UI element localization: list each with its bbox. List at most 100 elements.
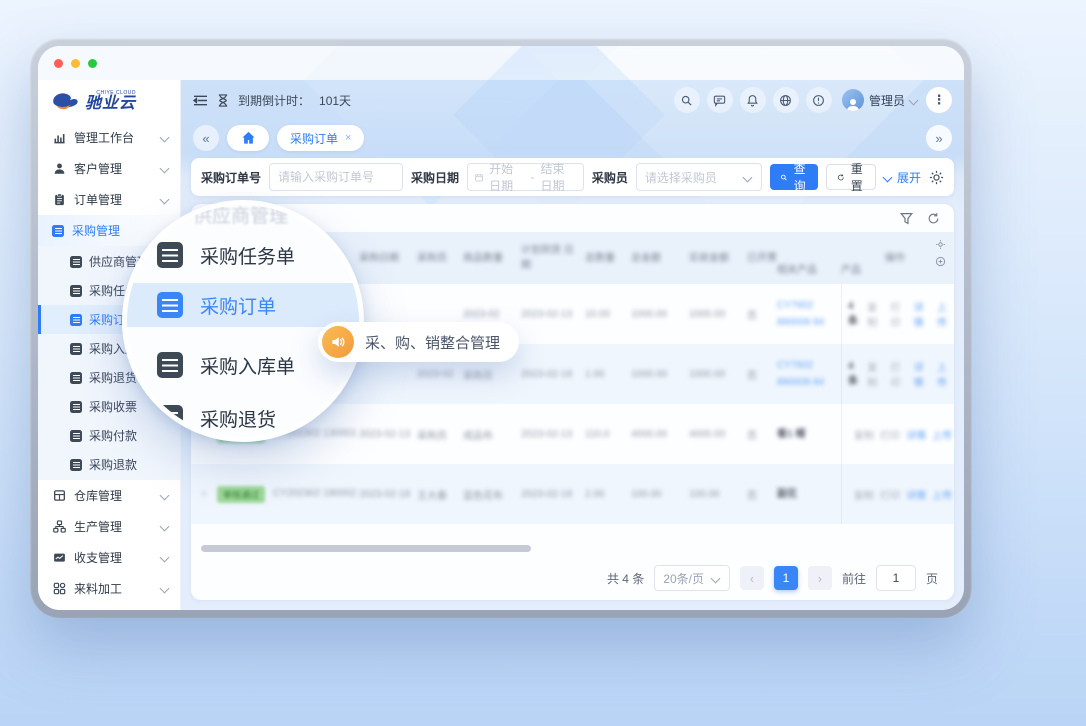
chevron-down-icon <box>711 573 721 583</box>
avatar <box>842 89 864 111</box>
prev-page-button[interactable]: ‹ <box>740 566 764 590</box>
cell: 否 <box>747 427 777 442</box>
search-icon[interactable] <box>674 87 700 113</box>
current-page-button[interactable]: 1 <box>774 566 798 590</box>
row-action[interactable]: 打印 <box>891 299 908 329</box>
row-action[interactable]: 上传 <box>937 359 954 389</box>
sidebar-item-label: 生产管理 <box>74 518 153 535</box>
cell: 2.00 <box>585 489 631 500</box>
maximize-window-button[interactable] <box>88 59 97 68</box>
row-action[interactable]: 打印 <box>891 359 908 389</box>
message-icon[interactable] <box>707 87 733 113</box>
next-page-button[interactable]: › <box>808 566 832 590</box>
cell: 否 <box>747 307 777 322</box>
cell: 4000.00 <box>631 429 689 440</box>
column-list-icon[interactable] <box>935 256 946 267</box>
lens-item-purchase-return[interactable]: 采购退货 <box>127 399 359 437</box>
globe-icon[interactable] <box>773 87 799 113</box>
row-action[interactable]: 详情 <box>906 427 926 442</box>
reset-button[interactable]: 重置 <box>826 164 876 190</box>
row-action[interactable]: 上传 <box>932 487 952 502</box>
row-action[interactable]: 详情 <box>914 299 931 329</box>
more-menu-icon[interactable]: ⋮ <box>926 87 952 113</box>
sidebar-item-orders[interactable]: 订单管理 <box>38 184 180 215</box>
row-action[interactable]: 打印 <box>880 427 900 442</box>
tabs-scroll-right-button[interactable]: » <box>926 125 952 151</box>
row-expand-toggle[interactable]: + <box>191 489 217 500</box>
calendar-icon <box>475 172 483 183</box>
buyer-label: 采购员 <box>592 169 628 186</box>
user-name: 管理员 <box>869 92 905 109</box>
column-header: 相关产品 <box>777 263 841 284</box>
filter-funnel-icon[interactable] <box>900 212 913 225</box>
row-action[interactable]: 复制 <box>867 299 884 329</box>
sidebar-item-customers[interactable]: 客户管理 <box>38 153 180 184</box>
sidebar-item-production[interactable]: 生产管理 <box>38 511 180 542</box>
cell: 4条 <box>848 299 861 329</box>
close-tab-icon[interactable]: × <box>345 132 351 144</box>
user-menu[interactable]: 管理员 <box>842 89 919 111</box>
list-icon <box>157 405 183 431</box>
expand-filters-link[interactable]: 展开 <box>884 169 921 186</box>
finance-icon <box>52 551 66 565</box>
customer-icon <box>52 162 66 176</box>
row-action[interactable]: 复制 <box>867 359 884 389</box>
date-range-input[interactable]: 开始日期 - 结束日期 <box>467 163 584 191</box>
buyer-select[interactable]: 请选择采购员 <box>636 163 762 191</box>
hourglass-icon <box>217 94 229 107</box>
minimize-window-button[interactable] <box>71 59 80 68</box>
search-button[interactable]: 查询 <box>770 164 818 190</box>
row-action[interactable]: 详情 <box>906 487 926 502</box>
lens-item-label: 采购任务单 <box>200 242 295 269</box>
table-row[interactable]: + 审核通过 CY202302 180002 2023-02-18 王大春 蓝色… <box>191 464 954 524</box>
close-window-button[interactable] <box>54 59 63 68</box>
sidebar-item-finance[interactable]: 收支管理 <box>38 542 180 573</box>
page-size-select[interactable]: 20条/页 <box>654 565 730 591</box>
info-icon[interactable] <box>806 87 832 113</box>
tabs-scroll-left-button[interactable]: « <box>193 125 219 151</box>
product-link[interactable]: CY7602 890009 84 <box>777 357 841 391</box>
row-action[interactable]: 复制 <box>854 427 874 442</box>
lens-item-purchase-order[interactable]: 采购订单 <box>127 283 359 327</box>
expand-label: 展开 <box>897 169 921 186</box>
sidebar-item-material-processing[interactable]: 来料加工 <box>38 573 180 604</box>
total-count: 共 4 条 <box>607 570 644 587</box>
list-icon <box>70 314 82 326</box>
bell-icon[interactable] <box>740 87 766 113</box>
home-tab[interactable] <box>227 125 269 151</box>
goto-page-input[interactable] <box>876 565 916 591</box>
product-link[interactable]: CY7602 890009 84 <box>777 297 841 331</box>
tab-purchase-orders[interactable]: 采购订单 × <box>277 125 364 151</box>
column-settings-icons[interactable] <box>935 239 946 267</box>
cell: 100.00 <box>631 489 689 500</box>
purchase-date-label: 采购日期 <box>411 169 459 186</box>
row-action[interactable]: 详情 <box>914 359 931 389</box>
cell: 王大春 <box>417 487 463 502</box>
list-icon <box>157 242 183 268</box>
refresh-icon[interactable] <box>927 212 940 225</box>
filter-settings-gear-icon[interactable] <box>929 170 944 185</box>
chevron-down-icon <box>160 195 170 205</box>
chevron-down-icon <box>160 584 170 594</box>
horizontal-scrollbar[interactable] <box>201 545 531 552</box>
cell: 2023-02 <box>463 309 521 320</box>
row-action[interactable]: 上传 <box>937 299 954 329</box>
magnifier-lens: 供应商管理 采购任务单 采购订单 采购入库单 采购退货 <box>122 200 364 442</box>
brand-logo: CHIYE CLOUD 驰业云 <box>38 80 180 122</box>
list-icon <box>70 256 82 268</box>
gear-icon[interactable] <box>935 239 946 250</box>
sidebar-item-warehouse[interactable]: 仓库管理 <box>38 480 180 511</box>
row-action[interactable]: 上传 <box>932 427 952 442</box>
countdown-label: 到期倒计时： <box>238 92 310 109</box>
list-icon <box>157 292 183 318</box>
column-header: 总金额 <box>631 251 689 266</box>
list-icon <box>70 401 82 413</box>
production-icon <box>52 520 66 534</box>
submenu-item-purchase-refunds[interactable]: 采购退款 <box>38 450 180 479</box>
row-action[interactable]: 复制 <box>854 487 874 502</box>
sidebar-item-workbench[interactable]: 管理工作台 <box>38 122 180 153</box>
order-no-input[interactable] <box>269 163 403 191</box>
row-action[interactable]: 打印 <box>880 487 900 502</box>
menu-fold-icon[interactable] <box>193 94 208 107</box>
lens-item-purchase-task[interactable]: 采购任务单 <box>127 237 359 273</box>
